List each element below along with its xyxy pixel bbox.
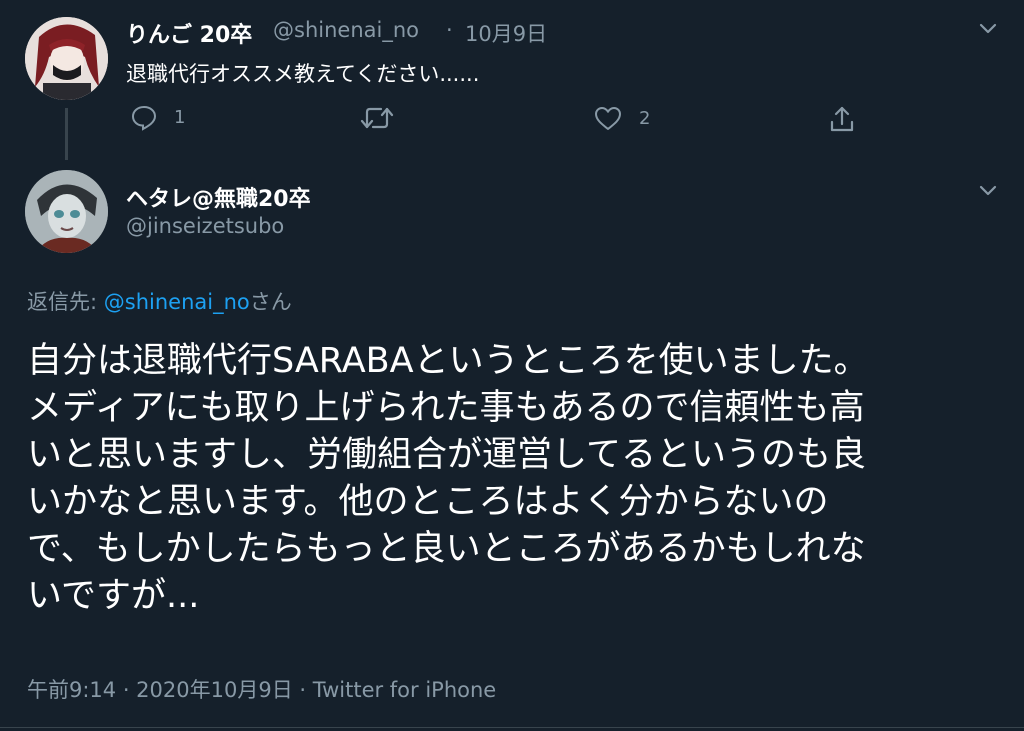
reply-button[interactable]: 1	[130, 103, 185, 131]
parent-handle[interactable]: @shinenai_no	[273, 18, 419, 42]
tweet-timestamp-source[interactable]: 午前9:14 · 2020年10月9日 · Twitter for iPhone	[27, 674, 496, 704]
reply-to-mention-link[interactable]: @shinenai_no	[104, 290, 250, 314]
chevron-down-icon[interactable]	[976, 16, 1000, 40]
like-count: 2	[639, 107, 651, 129]
reply-to-suffix: さん	[249, 290, 292, 314]
parent-date[interactable]: 10月9日	[465, 18, 547, 48]
heart-icon	[593, 104, 623, 132]
reply-tweet-body: 自分は退職代行SARABAというところを使いました。 メディアにも取り上げられた…	[27, 338, 1002, 620]
body-line: 自分は退職代行SARABAというところを使いました。	[27, 341, 869, 381]
divider	[0, 727, 1024, 728]
share-button[interactable]	[828, 104, 856, 134]
share-icon	[828, 104, 856, 134]
body-line: いですが...	[27, 576, 200, 616]
reply-count: 1	[174, 106, 186, 128]
chevron-down-icon[interactable]	[976, 178, 1000, 202]
parent-tweet-text: 退職代行オススメ教えてください......	[126, 62, 480, 86]
reply-display-name[interactable]: ヘタレ@無職20卒	[126, 181, 311, 213]
retweet-button[interactable]	[360, 105, 394, 131]
reply-avatar[interactable]	[25, 170, 108, 253]
retweet-icon	[360, 105, 394, 131]
reply-to-line: 返信先: @shinenai_noさん	[27, 286, 292, 316]
body-line: メディアにも取り上げられた事もあるので信頼性も高	[27, 388, 865, 428]
parent-avatar[interactable]	[25, 17, 108, 100]
body-line: いと思いますし、労働組合が運営してるというのも良	[27, 435, 866, 475]
parent-display-name[interactable]: りんご 20卒	[126, 17, 252, 49]
reply-to-label: 返信先:	[27, 290, 104, 314]
body-line: いかなと思います。他のところはよく分からないの	[27, 482, 829, 522]
avatar-illustration	[25, 17, 108, 100]
thread-connector-line	[65, 108, 68, 160]
reply-handle[interactable]: @jinseizetsubo	[126, 214, 284, 238]
avatar-illustration	[25, 170, 108, 253]
like-button[interactable]: 2	[593, 104, 650, 132]
body-line: で、もしかしたらもっと良いところがあるかもしれな	[27, 529, 866, 569]
meta-separator: ·	[446, 18, 453, 42]
speech-bubble-icon	[130, 103, 158, 131]
